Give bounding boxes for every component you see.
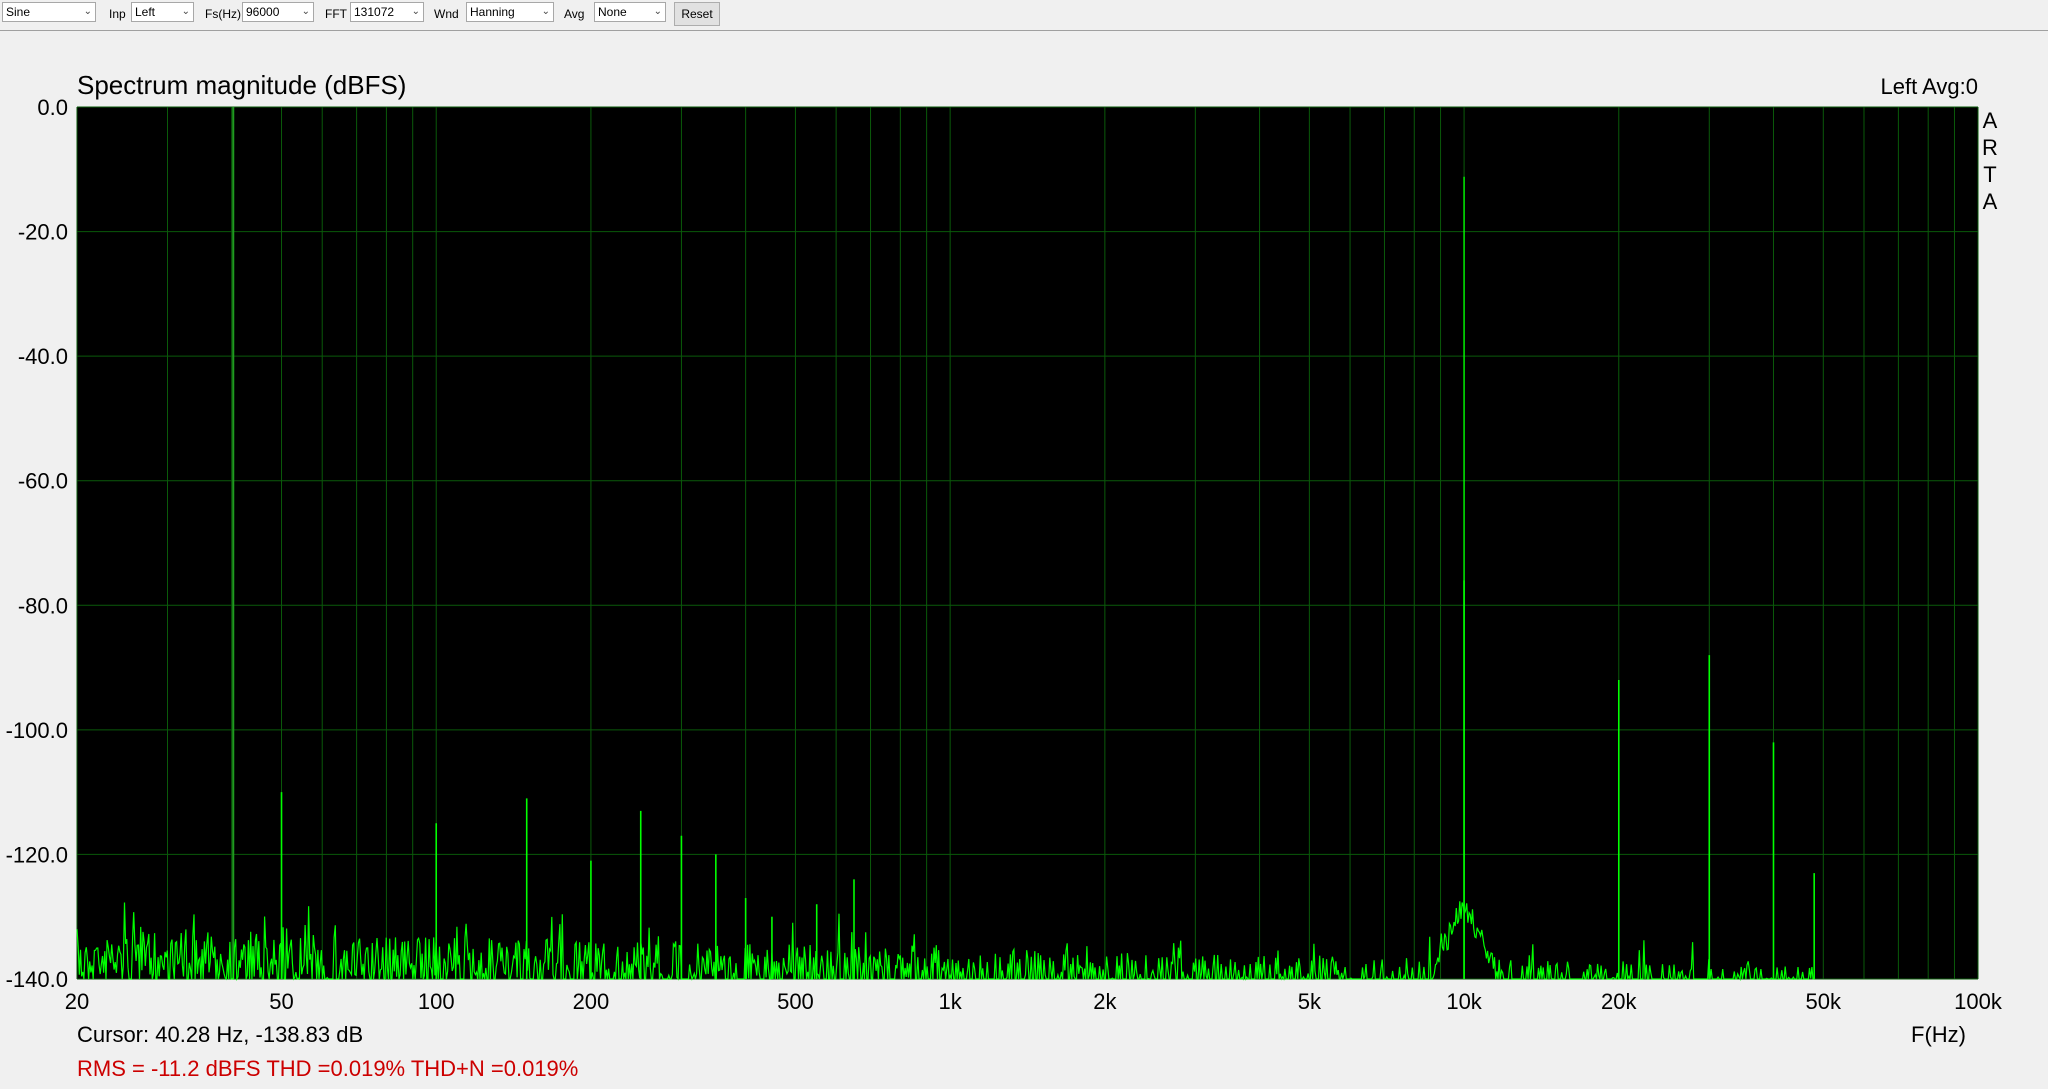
wnd-label: Wnd bbox=[434, 7, 459, 21]
arta-watermark: ARTA bbox=[1982, 108, 1998, 214]
watermark-letter: A bbox=[1983, 189, 1998, 214]
x-tick-label: 50k bbox=[1806, 989, 1842, 1014]
inp-label: Inp bbox=[109, 7, 126, 21]
fft-size-value: 131072 bbox=[354, 5, 395, 19]
y-axis-labels: 0.0 -20.0 -40.0 -60.0 -80.0 -100.0 -120.0 -140.… bbox=[6, 95, 68, 992]
window-value: Hanning bbox=[470, 5, 515, 19]
chevron-down-icon: ⌄ bbox=[301, 6, 310, 17]
plot-area[interactable] bbox=[77, 107, 1978, 979]
x-tick-label: 10k bbox=[1446, 989, 1482, 1014]
x-tick-label: 20k bbox=[1601, 989, 1637, 1014]
spectrum-chart[interactable]: Spectrum magnitude (dBFS) Left Avg:0 0.0… bbox=[0, 31, 2048, 1089]
chart-title: Spectrum magnitude (dBFS) bbox=[77, 70, 406, 100]
x-tick-label: 20 bbox=[65, 989, 89, 1014]
x-axis-labels: 20 50 100 200 500 1k 2k 5k 10k 20k 50k 100k bbox=[65, 989, 2003, 1014]
y-tick-label: -140.0 bbox=[6, 967, 68, 992]
watermark-letter: R bbox=[1982, 135, 1998, 160]
x-axis-title: F(Hz) bbox=[1911, 1022, 1966, 1047]
x-tick-label: 50 bbox=[269, 989, 293, 1014]
toolbar: Sine ⌄ Inp Left ⌄ Fs(Hz) 96000 ⌄ FFT 131… bbox=[0, 0, 2048, 31]
x-tick-label: 2k bbox=[1093, 989, 1117, 1014]
channel-info: Left Avg:0 bbox=[1881, 74, 1978, 99]
y-tick-label: -100.0 bbox=[6, 718, 68, 743]
input-channel-value: Left bbox=[135, 5, 156, 19]
x-tick-label: 100 bbox=[418, 989, 455, 1014]
signal-select[interactable]: Sine ⌄ bbox=[2, 2, 96, 22]
y-tick-label: -120.0 bbox=[6, 842, 68, 867]
fft-size-select[interactable]: 131072 ⌄ bbox=[350, 2, 424, 22]
watermark-letter: T bbox=[1983, 162, 1996, 187]
window-select[interactable]: Hanning ⌄ bbox=[466, 2, 554, 22]
x-tick-label: 100k bbox=[1954, 989, 2003, 1014]
chevron-down-icon: ⌄ bbox=[181, 6, 190, 17]
signal-select-value: Sine bbox=[6, 5, 31, 19]
input-channel-select[interactable]: Left ⌄ bbox=[131, 2, 194, 22]
x-tick-label: 500 bbox=[777, 989, 814, 1014]
chevron-down-icon: ⌄ bbox=[653, 6, 662, 17]
sample-rate-select[interactable]: 96000 ⌄ bbox=[242, 2, 314, 22]
sample-rate-value: 96000 bbox=[246, 5, 280, 19]
reset-button[interactable]: Reset bbox=[674, 2, 720, 26]
cursor-readout: Cursor: 40.28 Hz, -138.83 dB bbox=[77, 1022, 363, 1047]
x-tick-label: 5k bbox=[1298, 989, 1322, 1014]
y-tick-label: -80.0 bbox=[18, 593, 68, 618]
averaging-select[interactable]: None ⌄ bbox=[594, 2, 666, 22]
avg-label: Avg bbox=[564, 7, 585, 21]
watermark-letter: A bbox=[1983, 108, 1998, 133]
y-tick-label: -20.0 bbox=[18, 220, 68, 245]
y-tick-label: -40.0 bbox=[18, 344, 68, 369]
fft-label: FFT bbox=[325, 7, 347, 21]
x-tick-label: 200 bbox=[573, 989, 610, 1014]
y-tick-label: 0.0 bbox=[37, 95, 68, 120]
chevron-down-icon: ⌄ bbox=[83, 6, 92, 17]
chevron-down-icon: ⌄ bbox=[541, 6, 550, 17]
fs-label: Fs(Hz) bbox=[205, 7, 241, 21]
y-tick-label: -60.0 bbox=[18, 469, 68, 494]
x-tick-label: 1k bbox=[939, 989, 963, 1014]
averaging-value: None bbox=[598, 5, 627, 19]
chevron-down-icon: ⌄ bbox=[411, 6, 420, 17]
measurement-summary: RMS = -11.2 dBFS THD =0.019% THD+N =0.01… bbox=[77, 1056, 578, 1081]
